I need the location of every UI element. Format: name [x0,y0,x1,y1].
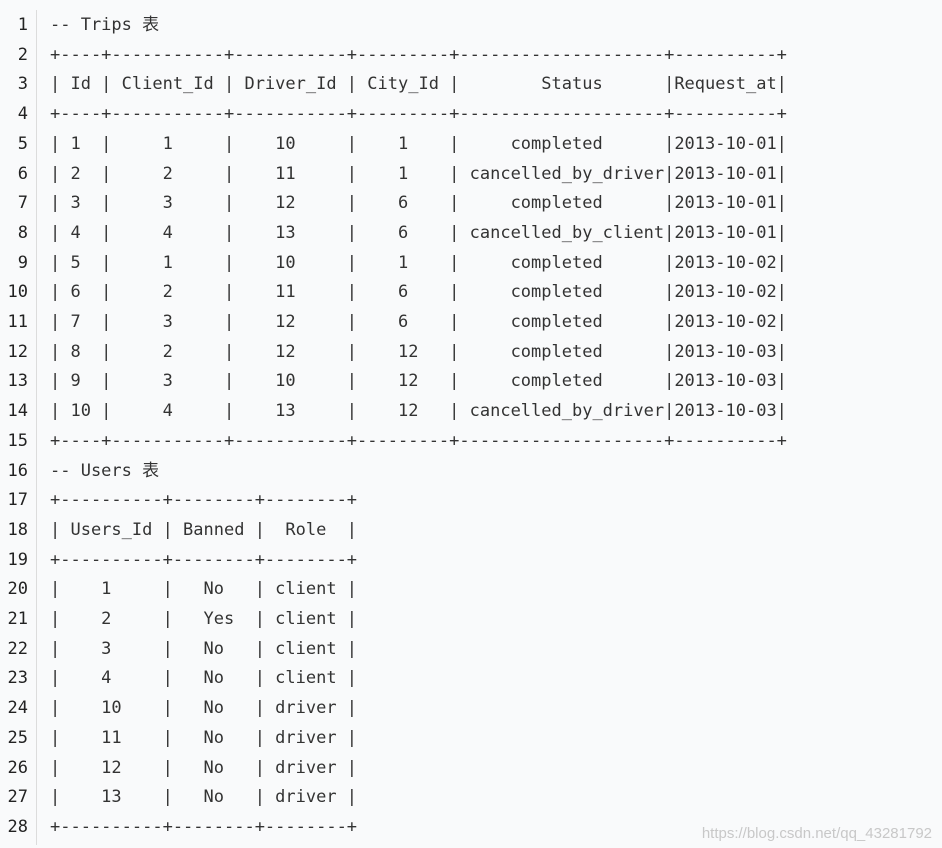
line-number: 9 [17,252,28,273]
line-number: 21 [7,609,28,629]
line-number: 11 [7,312,28,332]
line-number: 17 [7,490,28,511]
watermark: https://blog.csdn.net/qq_43281792 [701,825,932,842]
code-line: | 7 | 3 | 12 | 6 | completed |2013-10-02… [50,312,787,332]
code-line: | 9 | 3 | 10 | 12 | completed |2013-10-0… [50,371,787,392]
line-number: 4 [17,104,28,125]
line-number: 7 [17,193,28,214]
code-line: | 12 | No | driver | [50,757,358,778]
code-line: | 1 | No | client | [50,579,358,600]
code-line: | 2 | Yes | client | [50,609,358,629]
code-line: | 1 | 1 | 10 | 1 | completed |2013-10-01… [50,133,787,154]
line-number: 15 [7,430,28,451]
code-line: | 10 | No | driver | [50,698,358,719]
code-line: -- Users 表 [50,460,160,481]
line-number: 5 [17,133,28,154]
code-line: | 5 | 1 | 10 | 1 | completed |2013-10-02… [50,252,787,273]
code-line: | 13 | No | driver | [50,787,358,808]
code-line: +----+-----------+-----------+---------+… [50,430,787,451]
code-line: | 4 | 4 | 13 | 6 | cancelled_by_client|2… [50,222,787,243]
code-line: +----------+--------+--------+ [50,816,358,837]
line-number: 23 [7,668,28,689]
code-line: | 3 | No | client | [50,638,358,659]
line-number: 14 [7,401,28,422]
code-line: | 4 | No | client | [50,668,358,689]
line-number: 22 [7,638,28,659]
code-line: | 2 | 2 | 11 | 1 | cancelled_by_driver|2… [50,163,787,184]
code-line: +----------+--------+--------+ [50,549,358,570]
line-number: 10 [7,282,28,303]
line-number: 13 [7,371,28,392]
line-number: 16 [7,460,28,481]
line-number: 3 [17,74,28,95]
line-number: 25 [7,727,28,748]
line-number: 12 [7,341,28,362]
code-line: | 11 | No | driver | [50,727,358,748]
code-line: -- Trips 表 [50,15,160,35]
code-block: 1 -- Trips 表 2 +----+-----------+----------… [0,0,942,848]
line-number: 27 [7,787,28,808]
line-number: 20 [7,579,28,600]
code-line: +----+-----------+-----------+---------+… [50,44,787,65]
line-number: 19 [7,549,28,570]
code-line: | 8 | 2 | 12 | 12 | completed |2013-10-0… [50,341,787,362]
line-number: 8 [17,222,28,243]
line-number: 26 [7,757,28,778]
code-line: +----+-----------+-----------+---------+… [50,104,787,125]
line-number: 1 [17,15,28,35]
code-line: +----------+--------+--------+ [50,490,358,511]
line-number: 24 [7,698,28,719]
line-number: 28 [7,816,28,837]
code-line: | Id | Client_Id | Driver_Id | City_Id |… [50,74,787,95]
code-line: | 3 | 3 | 12 | 6 | completed |2013-10-01… [50,193,787,214]
line-number: 18 [7,519,28,540]
code-line: | 10 | 4 | 13 | 12 | cancelled_by_driver… [50,401,787,422]
line-number: 2 [17,44,28,65]
code-line: | Users_Id | Banned | Role | [50,519,358,540]
code-line: | 6 | 2 | 11 | 6 | completed |2013-10-02… [50,282,787,303]
line-number: 6 [17,163,28,184]
